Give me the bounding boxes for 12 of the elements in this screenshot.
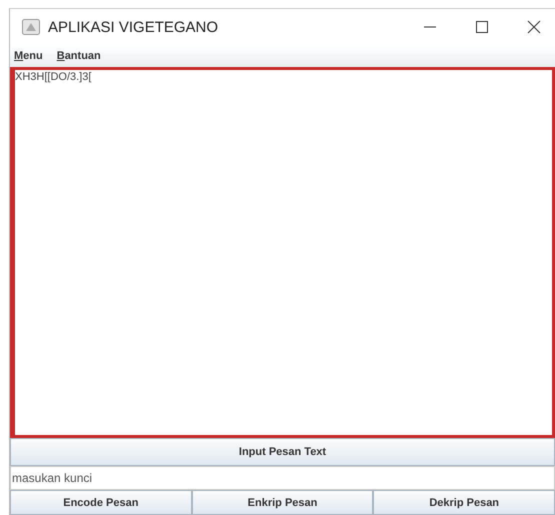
menu-item[interactable]: Bantuan (56, 50, 101, 62)
action-button[interactable]: Dekrip Pesan (373, 490, 555, 515)
window-title: APLIKASI VIGETEGANO (48, 18, 218, 36)
maximize-icon[interactable] (475, 20, 489, 34)
action-button[interactable]: Encode Pesan (10, 490, 192, 515)
menu-item[interactable]: Menu (14, 50, 43, 62)
input-button[interactable]: Input Pesan Text (10, 438, 555, 466)
action-button[interactable]: Enkrip Pesan (192, 490, 374, 515)
app-icon (22, 19, 40, 35)
close-icon[interactable] (527, 20, 541, 34)
key-field[interactable]: masukan kunci (10, 466, 555, 490)
message-area[interactable]: XH3H[[DO/3.]3[ (10, 67, 555, 438)
